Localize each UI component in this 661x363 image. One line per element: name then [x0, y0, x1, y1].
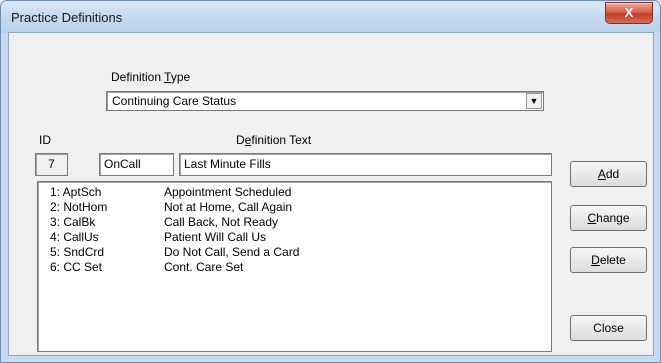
code-input[interactable]: OnCall	[99, 153, 174, 176]
definition-text-header: Definition Text	[236, 133, 312, 147]
dropdown-arrow-button[interactable]: ▼	[526, 93, 542, 109]
close-window-button[interactable]: X	[605, 2, 653, 24]
chevron-down-icon: ▼	[529, 96, 539, 106]
window-title: Practice Definitions	[11, 10, 123, 25]
definition-type-dropdown[interactable]: Continuing Care Status ▼	[106, 91, 544, 111]
definition-text-input[interactable]: Last Minute Fills	[179, 153, 552, 176]
add-button[interactable]: Add	[570, 161, 647, 187]
id-field: 7	[35, 153, 68, 176]
delete-button[interactable]: Delete	[570, 247, 647, 273]
list-item-code: 2: NotHom	[50, 200, 108, 214]
id-header: ID	[39, 133, 51, 147]
definition-type-value: Continuing Care Status	[112, 94, 237, 108]
close-button[interactable]: Close	[570, 315, 647, 341]
list-item-description: Call Back, Not Ready	[164, 215, 279, 229]
change-button[interactable]: Change	[570, 205, 647, 231]
definition-type-label: Definition Type	[111, 70, 191, 84]
list-item-code: 4: CallUs	[50, 230, 99, 244]
dialog-client-area: Definition Type Continuing Care Status ▼…	[8, 32, 654, 356]
list-item-description: Cont. Care Set	[164, 260, 244, 274]
list-item-code: 3: CalBk	[50, 215, 96, 229]
list-item-description: Patient Will Call Us	[164, 230, 267, 244]
dialog-window: Practice Definitions X Definition Type C…	[0, 0, 661, 363]
list-item-description: Not at Home, Call Again	[164, 200, 293, 214]
list-item-description: Appointment Scheduled	[164, 185, 292, 199]
close-icon: X	[624, 5, 634, 20]
list-item-code: 1: AptSch	[50, 185, 102, 199]
title-bar[interactable]: Practice Definitions X	[1, 1, 660, 33]
list-item-code: 6: CC Set	[50, 260, 103, 274]
list-item-code: 5: SndCrd	[50, 245, 105, 259]
definitions-list[interactable]: 1: AptSch Appointment Scheduled 2: NotHo…	[37, 181, 552, 352]
list-item-description: Do Not Call, Send a Card	[164, 245, 300, 259]
